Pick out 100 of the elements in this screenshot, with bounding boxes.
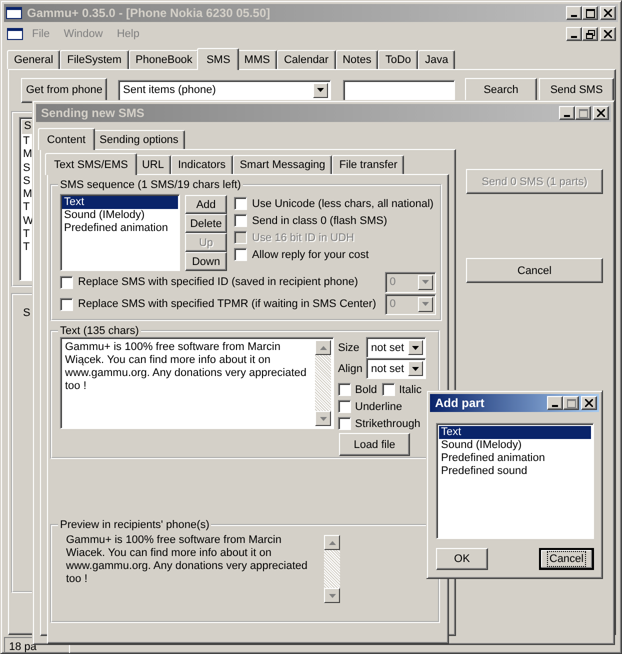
get-from-phone-button[interactable]: Get from phone [21, 78, 107, 102]
maximize-icon [586, 8, 594, 18]
list-row[interactable]: T [23, 228, 30, 242]
align-dropdown[interactable]: not set [366, 358, 426, 379]
send-sms-button[interactable]: Send SMS [539, 78, 614, 102]
size-label: Size [338, 342, 360, 354]
list-item[interactable]: Sound (IMelody) [62, 209, 178, 222]
tab[interactable]: Indicators [170, 155, 233, 174]
list-item[interactable]: Text [439, 426, 591, 439]
checkbox[interactable] [382, 383, 395, 396]
search-field[interactable] [343, 80, 455, 100]
tab[interactable]: Calendar [276, 50, 336, 69]
checkbox-label: Allow reply for your cost [252, 248, 369, 260]
checkbox-label: Strikethrough [355, 418, 420, 430]
cancel-button[interactable]: Cancel [466, 258, 603, 283]
tab[interactable]: FileSystem [60, 50, 129, 69]
checkbox[interactable] [338, 417, 351, 430]
checkbox-label: Send in class 0 (flash SMS) [252, 214, 388, 226]
dialog-title: Sending new SMS [41, 106, 144, 120]
list-row[interactable]: T [23, 135, 30, 148]
close-button[interactable] [581, 396, 597, 410]
window-title: Gammu+ 0.35.0 - [Phone Nokia 6230 05.50] [27, 6, 270, 20]
checkbox-label: Replace SMS with specified ID (saved in recipient phone) [78, 276, 360, 288]
restore-icon [586, 30, 594, 38]
list-item[interactable]: Text [62, 196, 178, 209]
checkbox-label: Bold [355, 384, 378, 396]
list-item[interactable]: Predefined animation [439, 452, 591, 465]
dropdown-arrow-icon [422, 280, 429, 284]
list-row[interactable]: T [23, 241, 30, 255]
sequence-button[interactable]: Delete [185, 214, 227, 233]
close-icon [597, 109, 605, 117]
minimize-button[interactable] [547, 396, 563, 410]
group-title: Text (135 chars) [59, 325, 140, 337]
scroll-down-icon [320, 416, 326, 420]
list-row[interactable]: S [23, 162, 30, 175]
column-header[interactable]: S [21, 119, 33, 135]
scroll-up-icon [320, 346, 326, 350]
document-icon [7, 28, 23, 40]
close-icon [604, 30, 612, 38]
tab[interactable]: Text SMS/EMS [45, 153, 137, 175]
group-title: Preview in recipients' phone(s) [59, 519, 210, 531]
sequence-button[interactable]: Down [185, 252, 227, 271]
scrollbar[interactable] [315, 340, 331, 426]
cancel-button[interactable]: Cancel [539, 548, 594, 570]
tab[interactable]: ToDo [378, 50, 418, 69]
tab[interactable]: Sending options [92, 130, 186, 149]
tab[interactable]: General [7, 50, 60, 69]
maximize-button[interactable] [563, 396, 579, 410]
close-button[interactable] [600, 27, 616, 41]
sequence-button[interactable]: Add [185, 195, 227, 214]
load-file-button[interactable]: Load file [339, 433, 410, 456]
dropdown-arrow-icon [422, 302, 429, 306]
checkbox-label: Replace SMS with specified TPMR (if waiting in SMS Center) [78, 298, 378, 310]
tab[interactable]: SMS [197, 48, 240, 70]
preview-text: Gammu+ is 100% free software from Marcin Wiacek. You can find more info about it on www.gammu.org. Any donations very appreciated too ! [66, 534, 309, 586]
checkbox[interactable] [338, 400, 351, 413]
tab[interactable]: Smart Messaging [232, 155, 332, 174]
restore-button[interactable] [582, 27, 598, 41]
group-title: SMS sequence (1 SMS/19 chars left) [59, 179, 242, 191]
column-header: S [23, 307, 30, 319]
ok-button[interactable]: OK [436, 548, 488, 570]
maximize-icon [578, 108, 588, 118]
minimize-button[interactable] [566, 27, 582, 41]
checkbox-label: Underline [355, 400, 402, 412]
dialog-title: Add part [435, 396, 484, 410]
tab[interactable]: MMS [237, 50, 277, 69]
scroll-up-icon [328, 540, 336, 544]
list-row[interactable]: S [23, 174, 30, 188]
dropdown-arrow-icon [412, 366, 419, 370]
window-icon [6, 7, 22, 19]
list-item[interactable]: Predefined sound [439, 465, 591, 478]
tab[interactable]: File transfer [332, 155, 404, 174]
tab[interactable]: URL [134, 155, 171, 174]
search-button[interactable]: Search [465, 78, 537, 102]
tab[interactable]: Content [38, 128, 95, 150]
close-icon [585, 399, 593, 407]
checkbox[interactable] [234, 248, 247, 261]
checkbox[interactable] [234, 197, 247, 210]
list-item[interactable]: Predefined animation [62, 222, 178, 235]
message-text-area[interactable]: Gammu+ is 100% free software from Marcin Wiącek. You can find more info about it on www.gammu.org. Any donations very appreciated too ! [60, 337, 334, 429]
close-icon [604, 9, 612, 17]
scrollbar[interactable] [324, 535, 340, 603]
tab[interactable]: PhoneBook [128, 50, 200, 69]
checkbox-label: Italic [399, 384, 422, 396]
checkbox-label: Use 16 bit ID in UDH [252, 232, 354, 244]
list-row[interactable]: M [23, 188, 32, 202]
list-row[interactable]: T [23, 201, 30, 215]
checkbox[interactable] [338, 383, 351, 396]
checkbox-label: Use Unicode (less chars, all national) [252, 198, 434, 210]
scroll-down-icon [328, 594, 336, 598]
checkbox[interactable] [234, 214, 247, 227]
tab[interactable]: Notes [336, 50, 378, 69]
align-label: Align [338, 362, 364, 374]
size-dropdown[interactable]: not set [366, 337, 426, 358]
list-item[interactable]: Sound (IMelody) [439, 439, 591, 452]
folder-dropdown[interactable]: Sent items (phone) [118, 80, 331, 100]
tab[interactable]: Java [418, 50, 456, 69]
dropdown-arrow-icon [317, 88, 324, 92]
list-row[interactable]: M [23, 148, 32, 162]
maximize-icon [566, 398, 576, 408]
